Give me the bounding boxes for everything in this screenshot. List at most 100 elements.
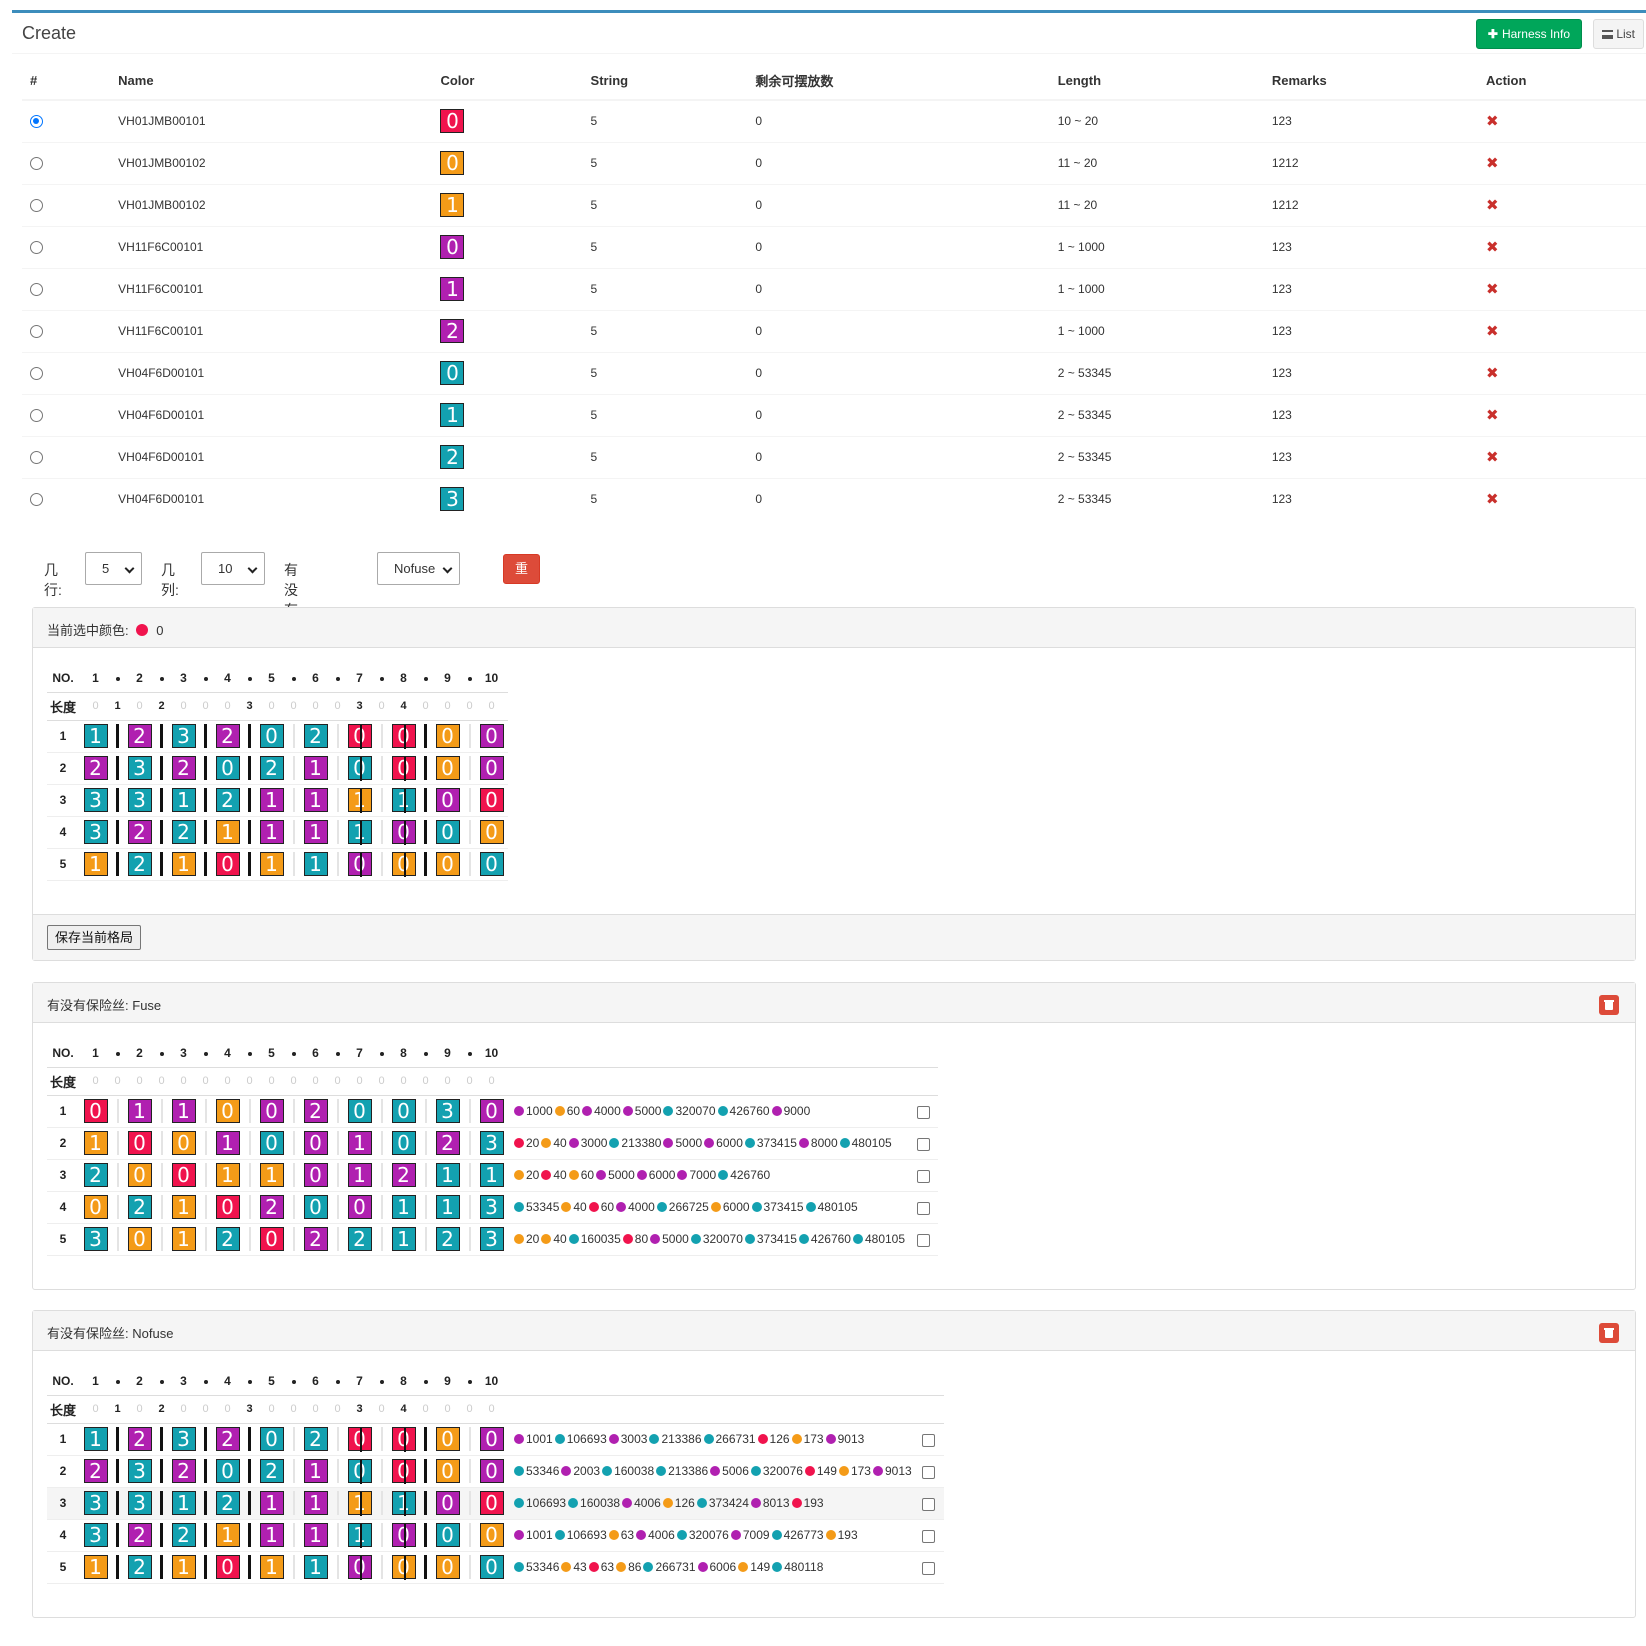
grid-cell-box[interactable]: 0 bbox=[435, 1427, 460, 1451]
column-gap[interactable] bbox=[468, 820, 471, 844]
grid-cell-box[interactable]: 0 bbox=[215, 756, 240, 780]
grid-cell-box[interactable]: 1 bbox=[391, 1491, 416, 1516]
grid-cell-box[interactable]: 3 bbox=[479, 1195, 504, 1219]
column-gap[interactable] bbox=[248, 1195, 251, 1219]
row-checkbox[interactable] bbox=[922, 1465, 936, 1479]
grid-cell-box[interactable]: 2 bbox=[171, 1459, 196, 1483]
string-separator[interactable] bbox=[424, 788, 427, 812]
string-separator[interactable] bbox=[424, 724, 427, 748]
grid-cell-box[interactable]: 0 bbox=[171, 1131, 196, 1155]
column-gap[interactable] bbox=[292, 1131, 295, 1155]
grid-cell-box[interactable]: 1 bbox=[83, 724, 108, 748]
grid-cell-box[interactable]: 1 bbox=[347, 1491, 372, 1516]
string-separator[interactable] bbox=[204, 1555, 207, 1579]
grid-cell-box[interactable]: 2 bbox=[171, 1523, 196, 1547]
grid-cell-box[interactable]: 0 bbox=[479, 820, 504, 844]
delete-icon[interactable]: ✖ bbox=[1486, 197, 1499, 214]
column-gap[interactable] bbox=[380, 852, 383, 876]
grid-cell-box[interactable]: 3 bbox=[127, 788, 152, 812]
grid-cell-box[interactable]: 0 bbox=[391, 852, 416, 877]
string-separator[interactable] bbox=[204, 724, 207, 748]
table-row[interactable]: VH11F6C00101 1 5 0 1 ~ 1000 123 ✖ bbox=[22, 267, 1646, 310]
string-separator[interactable] bbox=[424, 1523, 427, 1547]
row-radio[interactable] bbox=[30, 157, 43, 171]
grid-cell-box[interactable]: 1 bbox=[259, 1163, 284, 1187]
grid-cell-box[interactable]: 0 bbox=[259, 1099, 284, 1123]
string-separator[interactable] bbox=[248, 756, 251, 780]
column-gap[interactable] bbox=[380, 724, 383, 748]
string-separator[interactable] bbox=[116, 724, 119, 748]
string-separator[interactable] bbox=[116, 756, 119, 780]
grid-cell-box[interactable]: 0 bbox=[127, 1227, 152, 1251]
row-checkbox[interactable] bbox=[922, 1433, 936, 1447]
column-gap[interactable] bbox=[380, 788, 383, 812]
grid-cell-box[interactable]: 0 bbox=[83, 1195, 108, 1219]
grid-cell-box[interactable]: 3 bbox=[171, 724, 196, 748]
grid-cell-box[interactable]: 2 bbox=[259, 1195, 284, 1219]
grid-cell-box[interactable]: 1 bbox=[303, 1491, 328, 1515]
grid-cell-box[interactable]: 1 bbox=[83, 1427, 108, 1451]
table-row[interactable]: VH04F6D00101 1 5 0 2 ~ 53345 123 ✖ bbox=[22, 393, 1646, 436]
string-separator[interactable] bbox=[116, 820, 119, 844]
grid-cell-box[interactable]: 0 bbox=[303, 1195, 328, 1219]
column-gap[interactable] bbox=[380, 1523, 383, 1547]
delete-icon[interactable]: ✖ bbox=[1486, 113, 1499, 130]
column-gap[interactable] bbox=[424, 1131, 427, 1155]
row-checkbox[interactable] bbox=[916, 1201, 930, 1215]
row-radio[interactable] bbox=[30, 283, 43, 297]
grid-cell-box[interactable]: 3 bbox=[479, 1131, 504, 1155]
column-gap[interactable] bbox=[292, 756, 295, 780]
grid-cell-box[interactable]: 0 bbox=[347, 1099, 372, 1123]
row-radio[interactable] bbox=[30, 451, 43, 465]
grid-cell-box[interactable]: 1 bbox=[171, 1555, 196, 1579]
grid-cell-box[interactable]: 1 bbox=[171, 1099, 196, 1123]
grid-cell-box[interactable]: 3 bbox=[435, 1099, 460, 1123]
string-separator[interactable] bbox=[204, 1491, 207, 1515]
column-gap[interactable] bbox=[468, 1131, 471, 1155]
column-gap[interactable] bbox=[292, 1195, 295, 1219]
grid-cell-box[interactable]: 1 bbox=[259, 820, 284, 844]
grid-cell-box[interactable]: 1 bbox=[215, 1523, 240, 1547]
grid-cell-box[interactable]: 0 bbox=[479, 1491, 504, 1515]
grid-cell-box[interactable]: 0 bbox=[435, 1555, 460, 1579]
column-gap[interactable] bbox=[292, 724, 295, 748]
grid-cell-box[interactable]: 1 bbox=[171, 852, 196, 876]
string-separator[interactable] bbox=[248, 852, 251, 876]
grid-cell-box[interactable]: 1 bbox=[171, 1491, 196, 1515]
row-radio[interactable] bbox=[30, 115, 43, 129]
grid-cell-box[interactable]: 0 bbox=[391, 1459, 416, 1484]
column-gap[interactable] bbox=[248, 1131, 251, 1155]
row-radio[interactable] bbox=[30, 241, 43, 255]
row-checkbox[interactable] bbox=[922, 1497, 936, 1511]
grid-cell-box[interactable]: 2 bbox=[127, 852, 152, 876]
table-row[interactable]: VH01JMB00102 1 5 0 11 ~ 20 1212 ✖ bbox=[22, 183, 1646, 226]
row-radio[interactable] bbox=[30, 325, 43, 339]
string-separator[interactable] bbox=[160, 1555, 163, 1579]
grid-cell-box[interactable]: 1 bbox=[479, 1163, 504, 1187]
string-separator[interactable] bbox=[248, 1459, 251, 1483]
grid-cell-box[interactable]: 0 bbox=[391, 724, 416, 749]
grid-cell-box[interactable]: 0 bbox=[259, 1131, 284, 1155]
column-gap[interactable] bbox=[116, 1099, 119, 1123]
string-separator[interactable] bbox=[116, 852, 119, 876]
string-separator[interactable] bbox=[424, 820, 427, 844]
column-gap[interactable] bbox=[160, 1227, 163, 1251]
grid-cell-box[interactable]: 0 bbox=[259, 1227, 284, 1251]
grid-cell-box[interactable]: 1 bbox=[259, 1491, 284, 1515]
grid-cell-box[interactable]: 2 bbox=[83, 756, 108, 780]
column-gap[interactable] bbox=[204, 1131, 207, 1155]
column-gap[interactable] bbox=[424, 1195, 427, 1219]
column-gap[interactable] bbox=[160, 1163, 163, 1187]
delete-icon[interactable]: ✖ bbox=[1486, 365, 1499, 382]
column-gap[interactable] bbox=[248, 1227, 251, 1251]
grid-cell-box[interactable]: 3 bbox=[83, 1491, 108, 1515]
column-gap[interactable] bbox=[380, 756, 383, 780]
string-separator[interactable] bbox=[204, 852, 207, 876]
column-gap[interactable] bbox=[380, 1195, 383, 1219]
string-separator[interactable] bbox=[204, 1427, 207, 1451]
grid-cell-box[interactable]: 3 bbox=[83, 1227, 108, 1251]
column-gap[interactable] bbox=[292, 1427, 295, 1451]
column-gap[interactable] bbox=[336, 756, 339, 780]
grid-cell-box[interactable]: 2 bbox=[83, 1459, 108, 1483]
column-gap[interactable] bbox=[468, 724, 471, 748]
